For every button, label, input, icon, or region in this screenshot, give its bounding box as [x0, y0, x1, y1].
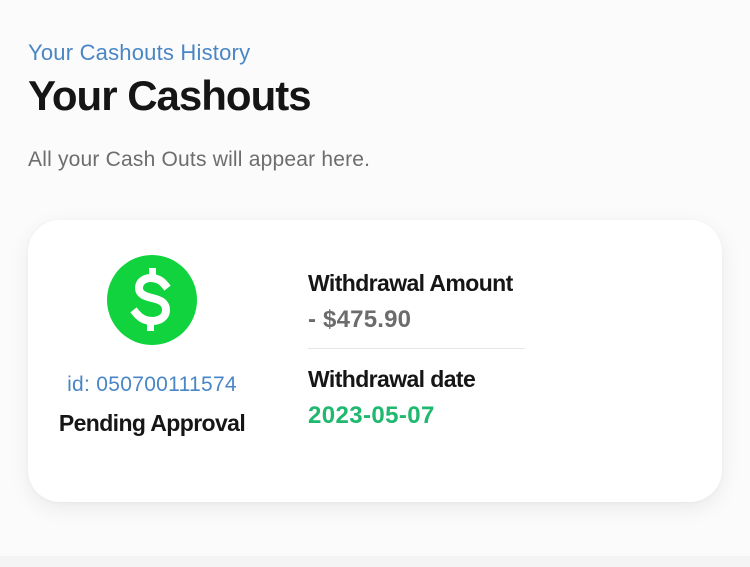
status-label: Pending Approval — [58, 410, 246, 436]
withdrawal-date-value: 2023-05-07 — [308, 402, 435, 429]
cashouts-page: Your Cashouts History Your Cashouts All … — [0, 0, 750, 556]
divider — [308, 348, 525, 349]
page-title: Your Cashouts — [28, 72, 312, 119]
withdrawal-amount-label: Withdrawal Amount — [308, 270, 513, 296]
cash-app-dollar-icon — [107, 255, 197, 345]
page-eyebrow: Your Cashouts History — [28, 40, 251, 65]
cashout-card[interactable]: id: 050700111574 Pending Approval Withdr… — [28, 220, 722, 502]
withdrawal-amount-value: - $475.90 — [308, 306, 412, 333]
withdrawal-date-label: Withdrawal date — [308, 366, 476, 392]
page-subtitle: All your Cash Outs will appear here. — [28, 148, 371, 171]
cashout-id: id: 050700111574 — [67, 373, 237, 396]
